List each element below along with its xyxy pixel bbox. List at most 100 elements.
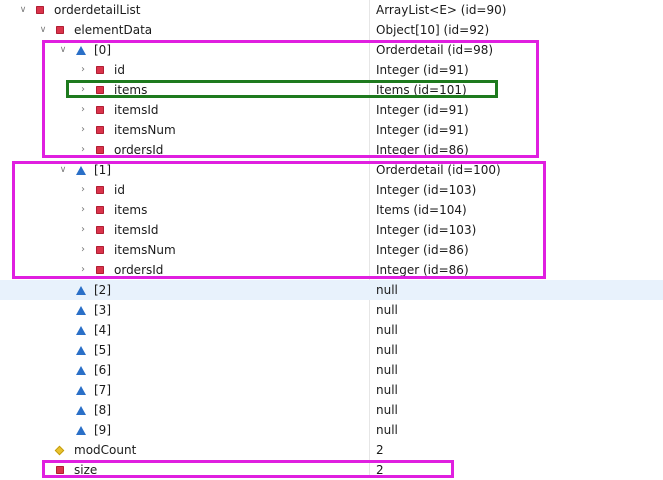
protected-field-icon (54, 445, 65, 456)
array-element-icon (76, 46, 86, 55)
tree-row[interactable]: ∨ [1] Orderdetail (id=100) (0, 160, 663, 180)
tree-row[interactable]: › itemsId Integer (id=103) (0, 220, 663, 240)
variable-value: null (376, 343, 398, 357)
tree-row[interactable]: › id Integer (id=91) (0, 60, 663, 80)
tree-row[interactable]: [3] null (0, 300, 663, 320)
variable-name: items (114, 83, 148, 97)
field-icon (56, 26, 64, 34)
variable-name: id (114, 183, 125, 197)
variable-name: size (74, 463, 98, 477)
variable-name: id (114, 63, 125, 77)
variable-name: [7] (94, 383, 111, 397)
tree-row[interactable]: › ordersId Integer (id=86) (0, 140, 663, 160)
variable-value: Integer (id=86) (376, 143, 469, 157)
variable-value: null (376, 283, 398, 297)
chevron-down-icon[interactable]: ∨ (56, 162, 70, 178)
field-icon (96, 186, 104, 194)
tree-row[interactable]: size 2 (0, 460, 663, 480)
variable-value: Orderdetail (id=98) (376, 43, 494, 57)
tree-row[interactable]: [4] null (0, 320, 663, 340)
chevron-down-icon[interactable]: ∨ (36, 22, 50, 38)
tree-row[interactable]: [5] null (0, 340, 663, 360)
variable-value: null (376, 303, 398, 317)
variable-value: Integer (id=91) (376, 63, 469, 77)
variable-value: ArrayList<E> (id=90) (376, 3, 507, 17)
tree-row[interactable]: [9] null (0, 420, 663, 440)
tree-row[interactable]: ∨ elementData Object[10] (id=92) (0, 20, 663, 40)
variables-tree: ∨ orderdetailList ArrayList<E> (id=90) ∨ ele… (0, 0, 663, 478)
field-icon (96, 266, 104, 274)
field-icon (96, 146, 104, 154)
chevron-right-icon[interactable]: › (76, 82, 90, 98)
chevron-right-icon[interactable]: › (76, 182, 90, 198)
variable-name: itemsNum (114, 123, 176, 137)
variable-value: 2 (376, 463, 384, 477)
array-element-icon (76, 366, 86, 375)
field-icon (96, 126, 104, 134)
variable-name: [3] (94, 303, 111, 317)
array-element-icon (76, 346, 86, 355)
chevron-right-icon[interactable]: › (76, 202, 90, 218)
variable-value: null (376, 363, 398, 377)
field-icon (56, 466, 64, 474)
variable-value: null (376, 323, 398, 337)
tree-row[interactable]: › itemsId Integer (id=91) (0, 100, 663, 120)
array-element-icon (76, 306, 86, 315)
variable-value: Items (id=101) (376, 83, 467, 97)
array-element-icon (76, 286, 86, 295)
variable-value: Integer (id=86) (376, 263, 469, 277)
chevron-down-icon[interactable]: ∨ (56, 42, 70, 58)
variable-value: Items (id=104) (376, 203, 467, 217)
variable-name: [1] (94, 163, 111, 177)
variable-name: orderdetailList (54, 3, 141, 17)
field-icon (96, 226, 104, 234)
variable-value: Orderdetail (id=100) (376, 163, 501, 177)
field-icon (96, 206, 104, 214)
variable-value: Object[10] (id=92) (376, 23, 490, 37)
variable-name: [9] (94, 423, 111, 437)
tree-row[interactable]: › ordersId Integer (id=86) (0, 260, 663, 280)
field-icon (96, 106, 104, 114)
tree-row[interactable]: › itemsNum Integer (id=86) (0, 240, 663, 260)
field-icon (36, 6, 44, 14)
tree-row[interactable]: [8] null (0, 400, 663, 420)
variable-name: itemsId (114, 103, 159, 117)
chevron-right-icon[interactable]: › (76, 222, 90, 238)
chevron-down-icon[interactable]: ∨ (16, 2, 30, 18)
tree-row[interactable]: [7] null (0, 380, 663, 400)
tree-row[interactable]: › items Items (id=101) (0, 80, 663, 100)
variable-name: [8] (94, 403, 111, 417)
variable-name: elementData (74, 23, 153, 37)
chevron-right-icon[interactable]: › (76, 62, 90, 78)
tree-row[interactable]: ∨ orderdetailList ArrayList<E> (id=90) (0, 0, 663, 20)
array-element-icon (76, 426, 86, 435)
tree-row[interactable]: ∨ [0] Orderdetail (id=98) (0, 40, 663, 60)
variable-name: ordersId (114, 263, 164, 277)
chevron-right-icon[interactable]: › (76, 122, 90, 138)
array-element-icon (76, 326, 86, 335)
variable-name: itemsNum (114, 243, 176, 257)
variable-value: Integer (id=91) (376, 103, 469, 117)
variable-name: [4] (94, 323, 111, 337)
variable-name: itemsId (114, 223, 159, 237)
tree-row[interactable]: › items Items (id=104) (0, 200, 663, 220)
tree-row[interactable]: › id Integer (id=103) (0, 180, 663, 200)
variable-value: null (376, 423, 398, 437)
tree-row[interactable]: › itemsNum Integer (id=91) (0, 120, 663, 140)
array-element-icon (76, 406, 86, 415)
variable-value: Integer (id=86) (376, 243, 469, 257)
chevron-right-icon[interactable]: › (76, 262, 90, 278)
variable-value: null (376, 383, 398, 397)
variable-value: 2 (376, 443, 384, 457)
chevron-right-icon[interactable]: › (76, 242, 90, 258)
tree-row[interactable]: modCount 2 (0, 440, 663, 460)
chevron-right-icon[interactable]: › (76, 142, 90, 158)
variable-name: [6] (94, 363, 111, 377)
tree-row[interactable]: [6] null (0, 360, 663, 380)
chevron-right-icon[interactable]: › (76, 102, 90, 118)
variable-name: ordersId (114, 143, 164, 157)
variable-name: [5] (94, 343, 111, 357)
variable-value: null (376, 403, 398, 417)
variable-value: Integer (id=91) (376, 123, 469, 137)
tree-row[interactable]: [2] null (0, 280, 663, 300)
